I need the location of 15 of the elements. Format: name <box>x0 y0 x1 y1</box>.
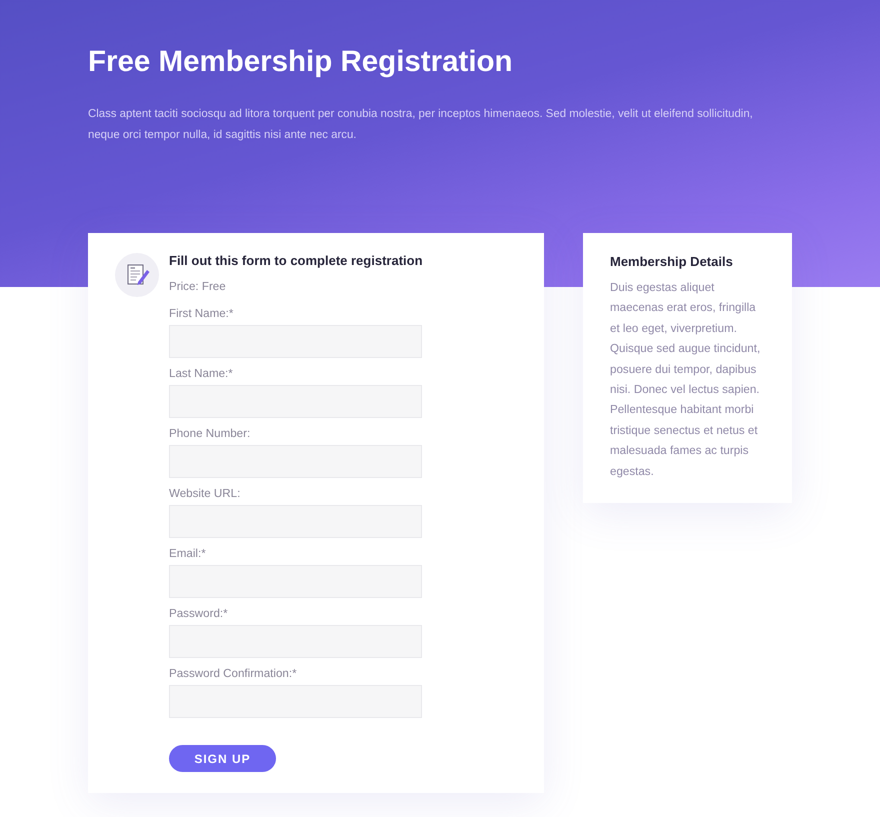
details-text: Duis egestas aliquet maecenas erat eros, fringilla et leo eget, viverpretium. Quisque sed augue tincidunt, posuere dui tempor, dapibus nisi. Donec vel lectus sapien. Pellentesque habitant morbi tristique senectus et netus et malesuada fames ac turpis egestas. <box>610 280 762 480</box>
sign-up-button[interactable]: SIGN UP <box>169 745 276 772</box>
field-label: Password:* <box>169 606 228 622</box>
field-label: Last Name:* <box>169 366 233 382</box>
form-heading: Fill out this form to complete registration <box>169 253 423 269</box>
field-label: Email:* <box>169 546 206 562</box>
document-pencil-icon <box>115 253 159 297</box>
header-description: Class aptent taciti sociosqu ad litora torquent per conubia nostra, per inceptos himenaeos. Sed molestie, velit ut eleifend sollicitudin, neque orci tempor nulla, id sagittis nisi ante nec arcu. <box>88 107 754 143</box>
price-text: Price: Free <box>169 279 226 295</box>
field-label: Password Confirmation:* <box>169 666 297 682</box>
field-label: First Name:* <box>169 306 234 322</box>
details-title: Membership Details <box>610 254 734 270</box>
field-label: Website URL: <box>169 486 240 502</box>
field-label: Phone Number: <box>169 426 250 442</box>
page-title: Free Membership Registration <box>88 44 514 80</box>
